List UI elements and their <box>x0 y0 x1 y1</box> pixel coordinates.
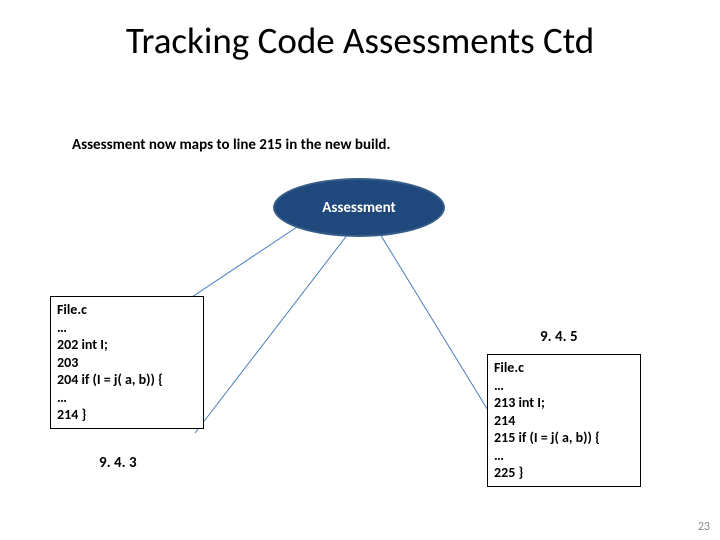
code-left-lines: … 202 int I; 203 204 if (I = j( a, b)) {… <box>57 319 163 424</box>
code-left-filename: File.c <box>57 301 87 318</box>
version-left: 9. 4. 3 <box>99 454 137 472</box>
slide-title: Tracking Code Assessments Ctd <box>0 18 720 63</box>
version-right: 9. 4. 5 <box>540 328 578 346</box>
page-number: 23 <box>698 520 710 534</box>
slide: Tracking Code Assessments Ctd Assessment… <box>0 0 720 540</box>
code-box-left: File.c … 202 int I; 203 204 if (I = j( a… <box>50 296 204 429</box>
code-box-right: File.c … 213 int I; 214 215 if (I = j( a… <box>487 354 641 487</box>
slide-subtitle: Assessment now maps to line 215 in the n… <box>72 136 390 154</box>
assessment-node: Assessment <box>273 178 445 237</box>
code-right-filename: File.c <box>494 359 524 376</box>
code-right-lines: … 213 int I; 214 215 if (I = j( a, b)) {… <box>494 377 600 482</box>
assessment-label: Assessment <box>322 199 395 217</box>
